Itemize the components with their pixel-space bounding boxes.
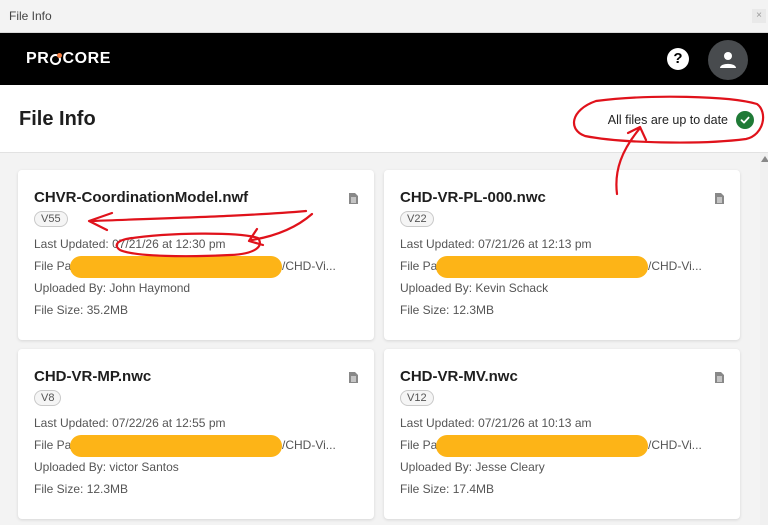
- logo-text: PR: [26, 50, 50, 67]
- redaction-mark: [436, 256, 648, 278]
- file-size: File Size: 12.3MB: [400, 303, 495, 317]
- version-badge: V55: [34, 211, 68, 227]
- last-updated: Last Updated: 07/22/26 at 12:55 pm: [34, 416, 226, 430]
- file-size-value: 35.2MB: [86, 303, 129, 317]
- check-circle-icon: [736, 111, 754, 129]
- redaction-mark: [436, 435, 648, 457]
- scroll-up-arrow-icon[interactable]: [761, 156, 768, 162]
- window-titlebar: File Info ×: [0, 0, 768, 33]
- uploaded-by-value: Jesse Cleary: [475, 460, 545, 474]
- file-card[interactable]: CHD-VR-MV.nwc V12 Last Updated: 07/21/26…: [384, 349, 740, 519]
- last-updated: Last Updated: 07/21/26 at 10:13 am: [400, 416, 592, 430]
- file-size-value: 12.3MB: [452, 303, 495, 317]
- last-updated: Last Updated: 07/21/26 at 12:13 pm: [400, 237, 592, 251]
- uploaded-by-value: John Haymond: [109, 281, 191, 295]
- last-updated-value: 07/21/26 at 10:13 am: [478, 416, 592, 430]
- file-path-value: /CHD-Vi...: [648, 259, 702, 273]
- logo-ring-icon: [50, 52, 63, 65]
- last-updated: Last Updated: 07/21/26 at 12:30 pm: [34, 237, 226, 251]
- document-icon: [715, 372, 724, 383]
- version-badge: V8: [34, 390, 62, 406]
- page-title: File Info: [19, 108, 96, 130]
- file-size-value: 17.4MB: [452, 482, 495, 496]
- uploaded-by: Uploaded By: Kevin Schack: [400, 281, 549, 295]
- file-size-value: 12.3MB: [86, 482, 129, 496]
- uploaded-by: Uploaded By: victor Santos: [34, 460, 179, 474]
- file-size: File Size: 12.3MB: [34, 482, 129, 496]
- file-path-value: /CHD-Vi...: [282, 438, 336, 452]
- close-icon[interactable]: ×: [752, 9, 766, 23]
- document-icon: [349, 193, 358, 204]
- file-name: CHD-VR-MV.nwc: [400, 368, 518, 385]
- question-circle-icon[interactable]: ?: [667, 48, 689, 70]
- uploaded-by-value: Kevin Schack: [475, 281, 549, 295]
- scrollbar[interactable]: [760, 153, 768, 525]
- file-card[interactable]: CHD-VR-PL-000.nwc V22 Last Updated: 07/2…: [384, 170, 740, 340]
- file-name: CHD-VR-PL-000.nwc: [400, 189, 546, 206]
- uploaded-by: Uploaded By: Jesse Cleary: [400, 460, 545, 474]
- last-updated-value: 07/21/26 at 12:30 pm: [112, 237, 226, 251]
- avatar[interactable]: [708, 40, 748, 80]
- user-icon: [720, 52, 736, 68]
- document-icon: [349, 372, 358, 383]
- redaction-mark: [70, 435, 282, 457]
- document-icon: [715, 193, 724, 204]
- app-bar: PR CORE: [0, 33, 768, 85]
- version-badge: V12: [400, 390, 434, 406]
- file-card[interactable]: CHVR-CoordinationModel.nwf V55 Last Upda…: [18, 170, 374, 340]
- file-name: CHD-VR-MP.nwc: [34, 368, 152, 385]
- page-header: File Info All files are up to date: [0, 85, 768, 153]
- file-size: File Size: 35.2MB: [34, 303, 129, 317]
- file-path-value: /CHD-Vi...: [282, 259, 336, 273]
- version-badge: V22: [400, 211, 434, 227]
- window-title: File Info: [9, 9, 52, 23]
- uploaded-by: Uploaded By: John Haymond: [34, 281, 191, 295]
- last-updated-value: 07/21/26 at 12:13 pm: [478, 237, 592, 251]
- file-card[interactable]: CHD-VR-MP.nwc V8 Last Updated: 07/22/26 …: [18, 349, 374, 519]
- file-name: CHVR-CoordinationModel.nwf: [34, 189, 249, 206]
- procore-logo: PR CORE: [26, 50, 111, 68]
- sync-status: All files are up to date: [608, 111, 754, 129]
- redaction-mark: [70, 256, 282, 278]
- last-updated-value: 07/22/26 at 12:55 pm: [112, 416, 226, 430]
- logo-text-end: CORE: [62, 50, 112, 67]
- status-text: All files are up to date: [607, 113, 728, 127]
- uploaded-by-value: victor Santos: [109, 460, 179, 474]
- file-size: File Size: 17.4MB: [400, 482, 495, 496]
- file-path-value: /CHD-Vi...: [648, 438, 702, 452]
